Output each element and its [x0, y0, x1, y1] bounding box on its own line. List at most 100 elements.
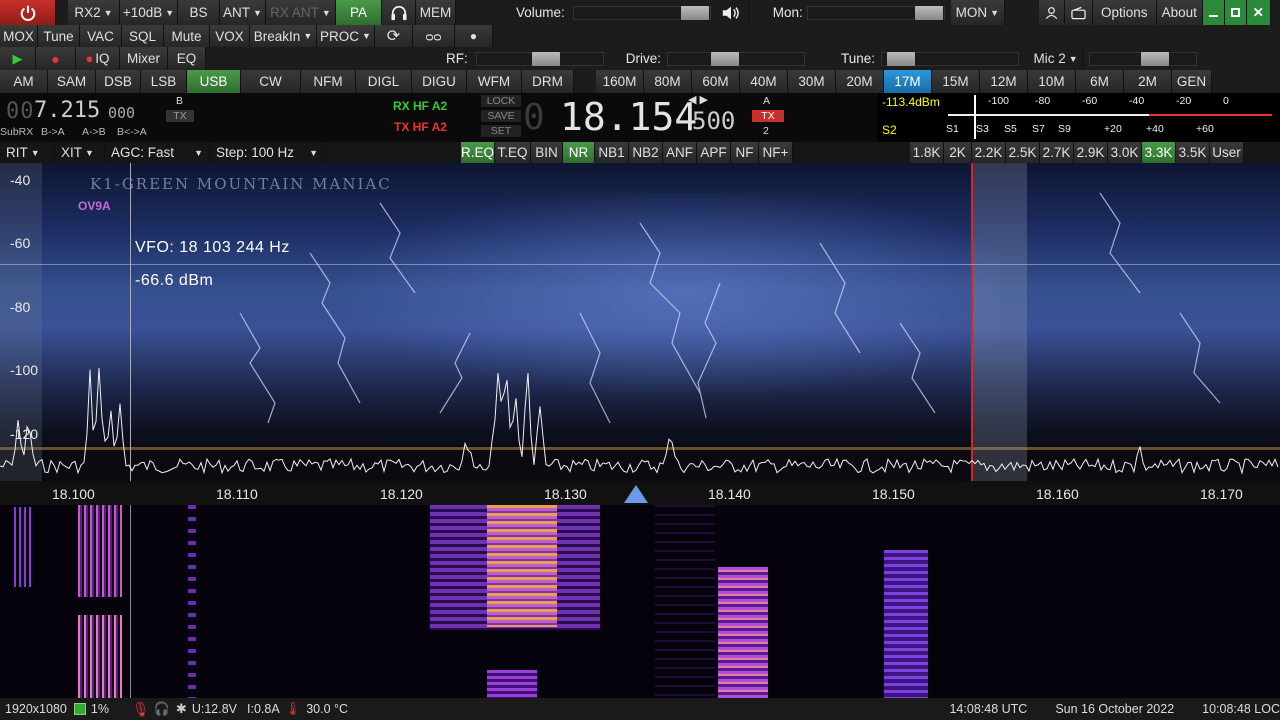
- agc-select[interactable]: AGC: Fast: [105, 142, 210, 163]
- mode-am-button[interactable]: AM: [0, 70, 48, 93]
- filter-1-8k-button[interactable]: 1.8K: [910, 142, 944, 163]
- play-button[interactable]: ▶: [0, 47, 36, 70]
- mic-select[interactable]: Mic 2: [1029, 47, 1084, 70]
- rit-button[interactable]: RIT: [0, 142, 55, 163]
- mon-slider[interactable]: [806, 5, 947, 21]
- breakin-button[interactable]: BreakIn: [250, 25, 317, 47]
- band-80m-button[interactable]: 80M: [644, 70, 692, 93]
- sql-button[interactable]: SQL: [122, 25, 164, 47]
- dsp-r-eq-button[interactable]: R.EQ: [461, 142, 495, 163]
- filter-user-button[interactable]: User: [1210, 142, 1244, 163]
- band-160m-button[interactable]: 160M: [596, 70, 644, 93]
- set-button[interactable]: SET: [481, 125, 521, 137]
- filter-3-0k-button[interactable]: 3.0K: [1108, 142, 1142, 163]
- vac-button[interactable]: VAC: [80, 25, 122, 47]
- frequency-scale[interactable]: 18.100 18.110 18.120 18.130 18.140 18.150 18.1…: [0, 481, 1280, 505]
- dsp-nf-button[interactable]: NF: [731, 142, 759, 163]
- user-button[interactable]: [1038, 0, 1065, 25]
- mode-lsb-button[interactable]: LSB: [141, 70, 187, 93]
- band-17m-button[interactable]: 17M: [884, 70, 932, 93]
- band-30m-button[interactable]: 30M: [788, 70, 836, 93]
- dsp-t-eq-button[interactable]: T.EQ: [495, 142, 531, 163]
- band-60m-button[interactable]: 60M: [692, 70, 740, 93]
- microphone-icon[interactable]: 🎙: [132, 701, 150, 718]
- headphones-icon[interactable]: 🎧: [154, 701, 170, 717]
- waterfall[interactable]: [0, 505, 1280, 698]
- filter-3-3k-button[interactable]: 3.3K: [1142, 142, 1176, 163]
- maximize-button[interactable]: [1224, 0, 1247, 25]
- swap-button[interactable]: B<->A: [117, 126, 147, 138]
- mode-wfm-button[interactable]: WFM: [467, 70, 522, 93]
- a-to-b-button[interactable]: A->B: [82, 126, 106, 138]
- mode-digu-button[interactable]: DIGU: [412, 70, 467, 93]
- gear-icon[interactable]: ✱: [176, 701, 187, 717]
- speaker-button[interactable]: [714, 0, 749, 25]
- rx-ant-button[interactable]: RX ANT: [266, 0, 336, 25]
- rx2-button[interactable]: RX2: [68, 0, 120, 25]
- vfo-pointer-icon[interactable]: [624, 485, 648, 503]
- filter-2-9k-button[interactable]: 2.9K: [1074, 142, 1108, 163]
- filter-2-7k-button[interactable]: 2.7K: [1040, 142, 1074, 163]
- mode-dsb-button[interactable]: DSB: [96, 70, 141, 93]
- filter-2k-button[interactable]: 2K: [944, 142, 972, 163]
- vfo-a-tx[interactable]: TX: [752, 110, 784, 122]
- subrx-button[interactable]: SubRX: [0, 126, 33, 138]
- record-button[interactable]: ●: [36, 47, 76, 70]
- filter-2-5k-button[interactable]: 2.5K: [1006, 142, 1040, 163]
- tape-button[interactable]: ᴑᴑ: [413, 25, 455, 47]
- bs-button[interactable]: BS: [178, 0, 220, 25]
- tune-slider[interactable]: [881, 51, 1021, 67]
- mute-button[interactable]: Mute: [164, 25, 210, 47]
- radio-button[interactable]: [1064, 0, 1093, 25]
- ant-button[interactable]: ANT: [220, 0, 266, 25]
- dsp-bin-button[interactable]: BIN: [531, 142, 563, 163]
- iq-button[interactable]: ● IQ: [76, 47, 120, 70]
- panadapter[interactable]: -40 -60 -80 -100 -120 K1-GREEN MOUNTAIN MANI…: [0, 163, 1280, 481]
- eq-button[interactable]: EQ: [168, 47, 206, 70]
- left-arrow-icon[interactable]: ◀: [688, 94, 696, 106]
- pa-button[interactable]: PA: [336, 0, 382, 25]
- headphones-button[interactable]: [382, 0, 416, 25]
- step-select[interactable]: Step: 100 Hz: [210, 142, 325, 163]
- dsp-nr-button[interactable]: NR: [563, 142, 595, 163]
- mox-button[interactable]: MOX: [0, 25, 38, 47]
- lock-button[interactable]: LOCK: [481, 95, 521, 107]
- vox-button[interactable]: VOX: [210, 25, 250, 47]
- mem-button[interactable]: MEM: [416, 0, 456, 25]
- dsp-nb1-button[interactable]: NB1: [595, 142, 629, 163]
- rotate-button[interactable]: ⟳: [375, 25, 413, 47]
- power-button[interactable]: [0, 0, 56, 25]
- band-20m-button[interactable]: 20M: [836, 70, 884, 93]
- filter-2-2k-button[interactable]: 2.2K: [972, 142, 1006, 163]
- mic-button[interactable]: ●: [455, 25, 493, 47]
- tune-button[interactable]: Tune: [38, 25, 80, 47]
- mode-digl-button[interactable]: DIGL: [356, 70, 412, 93]
- minimize-button[interactable]: [1202, 0, 1225, 25]
- dsp-anf-button[interactable]: ANF: [663, 142, 697, 163]
- band-15m-button[interactable]: 15M: [932, 70, 980, 93]
- vfo-a-arrows[interactable]: ◀ ▶: [688, 93, 708, 106]
- mode-drm-button[interactable]: DRM: [522, 70, 574, 93]
- vfo-b-frequency[interactable]: 7.215: [34, 98, 100, 123]
- band-gen-button[interactable]: GEN: [1172, 70, 1212, 93]
- band-10m-button[interactable]: 10M: [1028, 70, 1076, 93]
- rf-slider[interactable]: [475, 51, 606, 67]
- dsp-nf--button[interactable]: NF+: [759, 142, 793, 163]
- volume-slider[interactable]: [572, 5, 713, 21]
- vfo-a-frequency[interactable]: 18.154: [560, 95, 697, 139]
- xit-button[interactable]: XIT: [55, 142, 105, 163]
- right-arrow-icon[interactable]: ▶: [700, 94, 708, 106]
- mode-usb-button[interactable]: USB: [187, 70, 241, 93]
- mic-slider[interactable]: [1089, 51, 1199, 67]
- dsp-nb2-button[interactable]: NB2: [629, 142, 663, 163]
- b-to-a-button[interactable]: B->A: [41, 126, 65, 138]
- mode-cw-button[interactable]: CW: [241, 70, 301, 93]
- mode-nfm-button[interactable]: NFM: [301, 70, 356, 93]
- filter-3-5k-button[interactable]: 3.5K: [1176, 142, 1210, 163]
- band-2m-button[interactable]: 2M: [1124, 70, 1172, 93]
- dsp-apf-button[interactable]: APF: [697, 142, 731, 163]
- proc-button[interactable]: PROC: [317, 25, 375, 47]
- mode-sam-button[interactable]: SAM: [48, 70, 96, 93]
- mixer-button[interactable]: Mixer: [120, 47, 168, 70]
- drive-slider[interactable]: [667, 51, 807, 67]
